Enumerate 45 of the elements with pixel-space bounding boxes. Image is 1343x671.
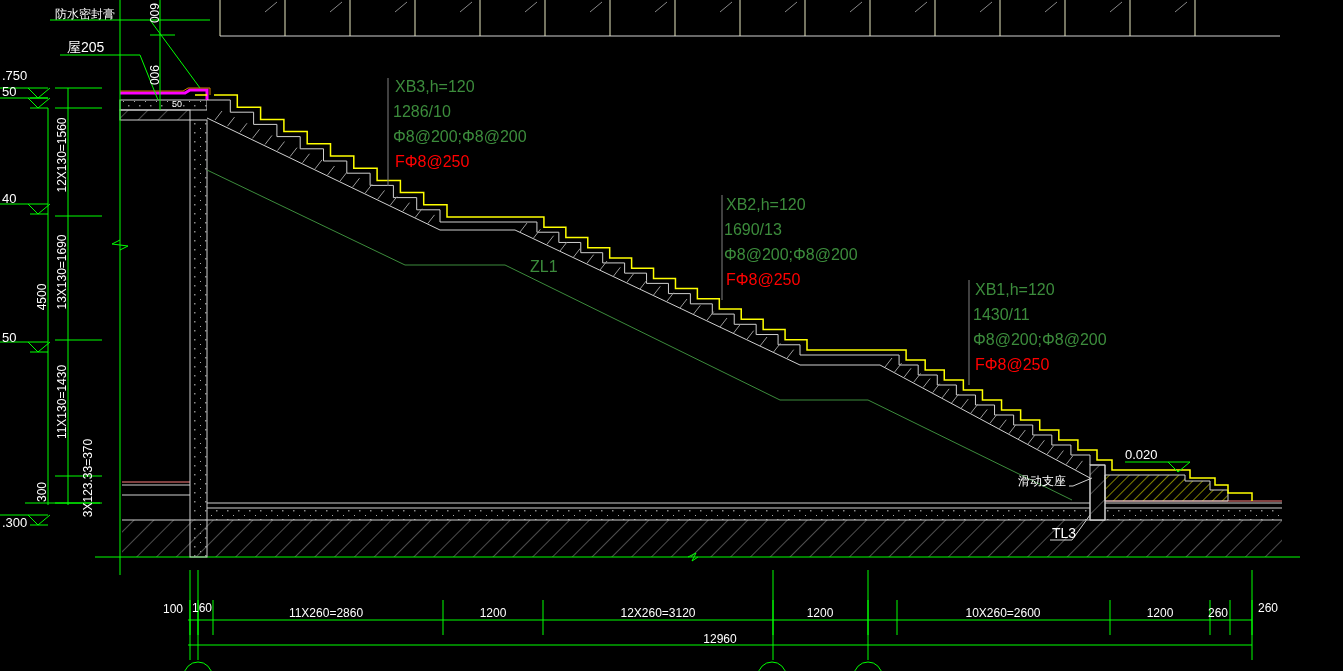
beam-label: ZL1 [530,258,558,275]
note-label: 屋205 [67,39,105,55]
dimension-label: 11X130=1430 [55,364,69,440]
dimension-label: 50 [172,99,182,109]
level-label: 50 [2,84,17,99]
slab-span-label: 1286/10 [393,103,451,120]
rebar-label: FΦ8@250 [726,271,801,288]
rebar-label: Φ8@200;Φ8@200 [393,128,527,145]
slab-span-label: 1690/13 [724,221,782,238]
dimension-label: 10X260=2600 [965,606,1041,620]
dimension-label: 12X260=3120 [620,606,696,620]
dimension-label: 4500 [35,283,49,311]
dimension-label: 900 [147,65,161,86]
slab-label: XB1,h=120 [975,281,1055,298]
dimension-label: 260 [1208,606,1229,620]
rebar-label: Φ8@200;Φ8@200 [724,246,858,263]
dimension-label: 3X123.33=370 [81,438,95,518]
slab-span-label: 1430/11 [973,306,1030,323]
dimension-label: 1200 [479,606,507,620]
dimension-label: 11X260=2860 [288,606,364,620]
level-label: 40 [2,191,17,206]
dimension-label: 300 [35,482,49,502]
level-label: 50 [2,330,17,345]
slab-label: XB2,h=120 [726,196,806,213]
level-label: .750 [2,68,28,83]
rebar-label: FΦ8@250 [395,153,470,170]
leader-line [1068,477,1093,487]
level-label: .300 [2,515,28,530]
note-label: 防水密封膏 [55,7,115,21]
dimension-label: 1200 [806,606,834,620]
dimension-label: 12X130=1560 [55,117,69,193]
dimension-label: 12960 [703,632,737,646]
slab-label: XB3,h=120 [395,78,475,95]
dimension-label: 600 [147,3,161,24]
dimension-label: 1200 [1146,606,1174,620]
rebar-label: FΦ8@250 [975,356,1050,373]
leader-line [1049,514,1091,541]
level-label: 0.020 [1125,447,1158,462]
rebar-label: Φ8@200;Φ8@200 [973,331,1107,348]
dimension-label: 260 [1258,601,1279,615]
column-label: TL3 [1052,525,1077,541]
level-marker-icon [1124,461,1191,473]
support-label: 滑动支座 [1018,474,1066,488]
dimension-label: 100 [163,602,184,616]
dimension-label: 13X130=1690 [55,234,69,310]
